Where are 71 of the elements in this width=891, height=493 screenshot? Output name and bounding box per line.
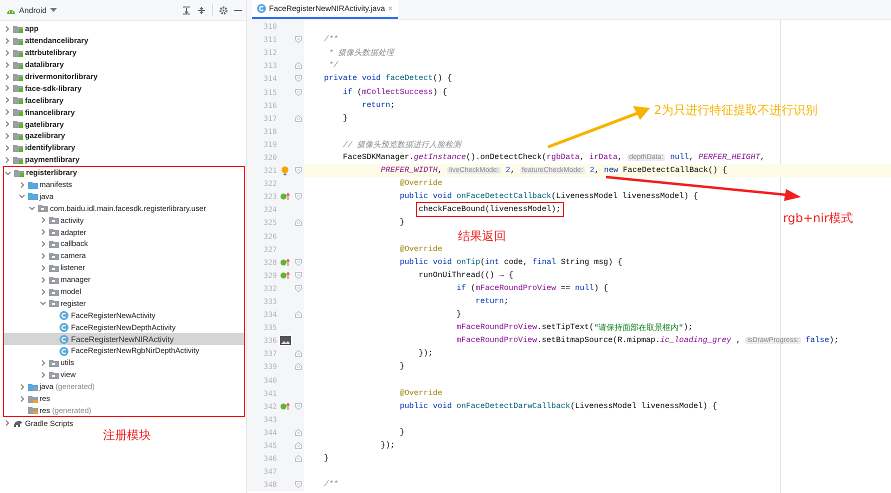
fold-icon[interactable] [295, 363, 302, 370]
callout-text: 注册模块 [103, 428, 151, 442]
folder-icon [28, 180, 38, 190]
fold-icon[interactable] [295, 284, 302, 292]
folder-icon [28, 405, 38, 416]
folder-icon [48, 274, 58, 285]
folder-icon [28, 191, 38, 202]
folder-icon [13, 107, 23, 118]
folder-icon [13, 130, 23, 141]
folder-icon [13, 72, 23, 82]
folder-icon [48, 250, 58, 261]
folder-icon [13, 48, 23, 58]
expand-all-icon[interactable] [182, 6, 191, 14]
class-icon [59, 346, 69, 356]
folder-icon [13, 24, 23, 34]
callout-text: rgb+nir模式 [783, 211, 853, 225]
folder-icon [48, 227, 58, 238]
fold-icon[interactable] [295, 114, 302, 122]
fold-icon[interactable] [295, 36, 302, 44]
folder-icon [13, 60, 23, 70]
folder-icon [14, 168, 24, 178]
folder-icon [48, 238, 58, 249]
folder-icon [13, 36, 23, 46]
folder-icon [48, 298, 58, 308]
override-icon[interactable] [280, 270, 290, 280]
override-icon[interactable] [280, 258, 290, 267]
fold-icon[interactable] [295, 167, 302, 174]
fold-icon[interactable] [295, 272, 302, 279]
class-icon [59, 322, 69, 332]
fold-icon[interactable] [295, 193, 302, 200]
fold-icon[interactable] [295, 62, 302, 70]
folder-icon [38, 203, 48, 214]
fold-icon[interactable] [295, 219, 302, 226]
callout-text: 结果返回 [458, 229, 506, 243]
override-icon[interactable] [280, 402, 290, 411]
class-icon [257, 4, 266, 13]
callout-text: 2为只进行特征提取不进行识别 [654, 103, 818, 117]
gradle-icon [13, 418, 23, 428]
folder-icon [28, 394, 38, 404]
fold-icon[interactable] [295, 442, 302, 450]
view-selector[interactable]: Android [19, 6, 47, 14]
fold-icon[interactable] [295, 481, 302, 488]
collapse-all-icon[interactable] [197, 6, 206, 14]
dropdown-caret-icon [50, 8, 57, 12]
folder-icon [48, 370, 58, 380]
folder-icon [48, 215, 58, 226]
override-icon[interactable] [280, 192, 290, 202]
image-icon[interactable] [280, 336, 290, 346]
folder-icon [13, 142, 23, 153]
class-icon [59, 310, 69, 320]
folder-icon [13, 154, 23, 165]
folder-icon [48, 262, 58, 273]
folder-icon [13, 83, 23, 94]
folder-icon [48, 286, 58, 297]
folder-icon [48, 358, 58, 368]
fold-icon[interactable] [295, 428, 302, 436]
folder-icon [13, 119, 23, 130]
fold-icon[interactable] [295, 350, 302, 358]
fold-icon[interactable] [295, 455, 302, 462]
item-label: FaceRegisterNewNIRActivity [71, 334, 174, 344]
fold-icon[interactable] [295, 402, 302, 410]
folder-icon [13, 95, 23, 106]
settings-icon[interactable] [219, 6, 228, 14]
fold-icon[interactable] [295, 258, 302, 266]
lightbulb-icon[interactable] [281, 166, 289, 176]
fold-icon[interactable] [295, 311, 302, 318]
fold-icon[interactable] [295, 88, 302, 96]
folder-icon [28, 382, 38, 392]
class-icon [59, 334, 69, 344]
fold-icon[interactable] [295, 75, 302, 82]
tree-item[interactable]: FaceRegisterNewNIRActivity [4, 333, 244, 346]
